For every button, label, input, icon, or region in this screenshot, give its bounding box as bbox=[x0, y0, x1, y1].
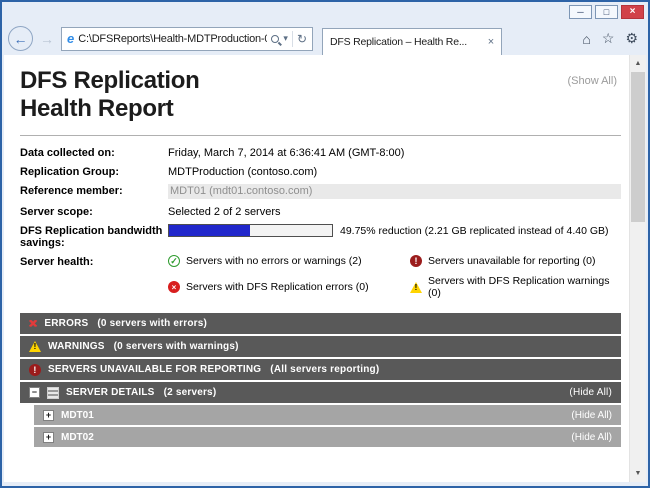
section-name: SERVERS UNAVAILABLE FOR REPORTING bbox=[48, 364, 261, 375]
health-item-warnings: ! Servers with DFS Replication warnings … bbox=[410, 275, 621, 299]
scroll-down-button[interactable]: ▼ bbox=[630, 465, 646, 482]
section-bar-warnings[interactable]: ! WARNINGS (0 servers with warnings) bbox=[20, 336, 621, 357]
divider bbox=[20, 135, 621, 136]
report-content: (Show All) DFS Replication Health Report… bbox=[4, 55, 629, 482]
info-value: Selected 2 of 2 servers bbox=[168, 205, 621, 218]
page-title-line1: DFS Replication bbox=[20, 67, 621, 95]
back-button[interactable]: ← bbox=[8, 26, 33, 51]
bandwidth-text: 49.75% reduction (2.21 GB replicated ins… bbox=[340, 225, 609, 237]
info-value: MDT01 (mdt01.contoso.com) bbox=[168, 184, 621, 199]
section-name: ERRORS bbox=[44, 318, 88, 329]
section-bar-server-details[interactable]: − SERVER DETAILS (2 servers) (Hide All) bbox=[20, 382, 621, 403]
browser-actions: ⌂ ☆ ⚙ bbox=[582, 30, 638, 47]
health-text: Servers with DFS Replication warnings (0… bbox=[428, 275, 621, 299]
server-name: MDT02 bbox=[61, 432, 94, 443]
forward-button[interactable]: → bbox=[38, 31, 56, 47]
error-x-icon: × bbox=[29, 318, 37, 329]
favorites-star-icon[interactable]: ☆ bbox=[602, 30, 615, 47]
section-bar-errors[interactable]: × ERRORS (0 servers with errors) bbox=[20, 313, 621, 334]
collapse-icon[interactable]: − bbox=[29, 387, 40, 398]
bandwidth-progress bbox=[168, 224, 333, 237]
hide-all-link[interactable]: (Hide All) bbox=[571, 410, 612, 421]
health-item-errors: × Servers with DFS Replication errors (0… bbox=[168, 281, 410, 293]
warning-icon: ! bbox=[29, 341, 41, 352]
navigation-bar: ← → e C:\DFSReports\Health-MDTProduction… bbox=[2, 22, 648, 55]
scroll-up-button[interactable]: ▲ bbox=[630, 55, 646, 72]
info-label: DFS Replication bandwidth savings: bbox=[20, 224, 168, 249]
section-bar-unavailable[interactable]: ! SERVERS UNAVAILABLE FOR REPORTING (All… bbox=[20, 359, 621, 380]
hide-all-link[interactable]: (Hide All) bbox=[569, 387, 612, 398]
search-icon[interactable] bbox=[271, 35, 279, 43]
ok-icon: ✓ bbox=[168, 255, 180, 267]
maximize-button[interactable]: □ bbox=[595, 5, 618, 19]
info-label: Replication Group: bbox=[20, 165, 168, 178]
close-button[interactable]: × bbox=[621, 5, 644, 19]
info-value: MDTProduction (contoso.com) bbox=[168, 165, 621, 178]
scroll-thumb[interactable] bbox=[631, 72, 645, 222]
health-text: Servers with no errors or warnings (2) bbox=[186, 255, 362, 267]
report-sections: × ERRORS (0 servers with errors) ! WARNI… bbox=[20, 313, 621, 447]
info-row-server-scope: Server scope: Selected 2 of 2 servers bbox=[20, 205, 621, 218]
section-detail: (0 servers with warnings) bbox=[114, 341, 239, 352]
minimize-button[interactable]: ─ bbox=[569, 5, 592, 19]
server-row-mdt02[interactable]: + MDT02 (Hide All) bbox=[34, 427, 621, 447]
warning-icon: ! bbox=[410, 282, 422, 293]
section-detail: (2 servers) bbox=[164, 387, 217, 398]
info-row-data-collected: Data collected on: Friday, March 7, 2014… bbox=[20, 146, 621, 159]
report-page: (Show All) DFS Replication Health Report… bbox=[4, 55, 646, 482]
bandwidth-progress-fill bbox=[169, 225, 250, 236]
browser-window: ─ □ × ← → e C:\DFSReports\Health-MDTProd… bbox=[0, 0, 650, 488]
address-text: C:\DFSReports\Health-MDTProduction-07M bbox=[78, 33, 267, 45]
page-title-line2: Health Report bbox=[20, 95, 621, 123]
info-label: Server health: bbox=[20, 255, 168, 268]
server-name: MDT01 bbox=[61, 410, 94, 421]
hide-all-link[interactable]: (Hide All) bbox=[571, 432, 612, 443]
titlebar[interactable]: ─ □ × bbox=[2, 2, 648, 22]
page-title: DFS Replication Health Report bbox=[20, 67, 621, 123]
info-label: Server scope: bbox=[20, 205, 168, 218]
server-health-row: Server health: ✓ Servers with no errors … bbox=[20, 255, 621, 299]
chevron-down-icon[interactable]: ▾ bbox=[283, 33, 288, 44]
section-detail: (0 servers with errors) bbox=[97, 318, 207, 329]
section-name: WARNINGS bbox=[48, 341, 105, 352]
refresh-icon[interactable]: ↻ bbox=[297, 32, 307, 46]
server-icon bbox=[47, 387, 59, 399]
caption-buttons: ─ □ × bbox=[569, 5, 644, 19]
tab-close-icon[interactable]: × bbox=[488, 36, 494, 48]
health-text: Servers unavailable for reporting (0) bbox=[428, 255, 596, 267]
unavailable-icon: ! bbox=[410, 255, 422, 267]
ie-logo-icon: e bbox=[67, 31, 74, 46]
browser-tab[interactable]: DFS Replication – Health Re... × bbox=[322, 28, 502, 55]
scrollbar[interactable]: ▲ ▼ bbox=[629, 55, 646, 482]
info-label: Reference member: bbox=[20, 184, 168, 197]
divider bbox=[292, 31, 293, 47]
address-bar[interactable]: e C:\DFSReports\Health-MDTProduction-07M… bbox=[61, 27, 313, 51]
health-item-unavailable: ! Servers unavailable for reporting (0) bbox=[410, 255, 621, 267]
unavailable-icon: ! bbox=[29, 364, 41, 376]
info-row-reference-member: Reference member: MDT01 (mdt01.contoso.c… bbox=[20, 184, 621, 199]
home-icon[interactable]: ⌂ bbox=[582, 31, 590, 47]
settings-gear-icon[interactable]: ⚙ bbox=[625, 30, 638, 47]
scrollbar-track[interactable] bbox=[630, 72, 646, 465]
health-text: Servers with DFS Replication errors (0) bbox=[186, 281, 369, 293]
section-name: SERVER DETAILS bbox=[66, 387, 155, 398]
health-item-ok: ✓ Servers with no errors or warnings (2) bbox=[168, 255, 410, 267]
info-row-replication-group: Replication Group: MDTProduction (contos… bbox=[20, 165, 621, 178]
show-all-link[interactable]: (Show All) bbox=[567, 75, 617, 87]
tab-title: DFS Replication – Health Re... bbox=[330, 36, 482, 48]
section-detail: (All servers reporting) bbox=[270, 364, 379, 375]
bandwidth-row: DFS Replication bandwidth savings: 49.75… bbox=[20, 224, 621, 249]
expand-icon[interactable]: + bbox=[43, 432, 54, 443]
expand-icon[interactable]: + bbox=[43, 410, 54, 421]
server-row-mdt01[interactable]: + MDT01 (Hide All) bbox=[34, 405, 621, 425]
info-label: Data collected on: bbox=[20, 146, 168, 159]
error-icon: × bbox=[168, 281, 180, 293]
info-value: Friday, March 7, 2014 at 6:36:41 AM (GMT… bbox=[168, 146, 621, 159]
